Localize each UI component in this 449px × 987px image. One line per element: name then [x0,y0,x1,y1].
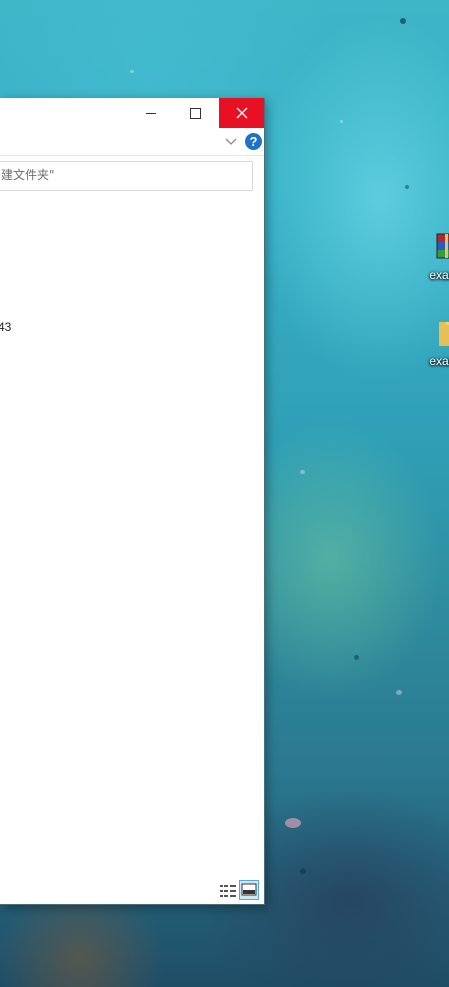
background-speck [354,655,359,660]
minimize-button[interactable] [128,98,173,128]
title-bar[interactable] [0,98,264,128]
desktop-icon-label: exam [429,268,449,282]
desktop-icon-folder[interactable]: exam [414,318,449,368]
winrar-archive-icon [431,232,449,264]
help-button[interactable]: ? [245,133,262,150]
background-speck [285,818,301,828]
close-icon [236,107,247,119]
background-speck [340,120,343,123]
background-speck [300,868,306,874]
maximize-button[interactable] [173,98,218,128]
desktop-icon-archive[interactable]: exam [414,232,449,282]
details-view-icon[interactable] [219,882,237,900]
background-speck [300,470,305,474]
folder-icon [431,318,449,350]
close-button[interactable] [219,98,264,128]
background-speck [396,690,402,695]
large-icons-view-icon [241,883,257,896]
desktop-icon-label: exam [429,354,449,368]
maximize-icon [190,107,201,119]
status-bar [0,880,264,904]
minimize-icon [145,112,156,114]
search-input[interactable] [0,162,241,188]
file-explorer-window: ? 43 [0,98,265,905]
ribbon-bar: ? [0,128,264,156]
large-icons-view-button[interactable] [239,880,259,900]
background-speck [130,70,134,73]
search-box[interactable] [0,161,253,191]
chevron-down-icon[interactable] [224,134,238,148]
background-speck [400,18,406,24]
file-detail-text: 43 [0,320,12,334]
background-speck [405,185,409,189]
